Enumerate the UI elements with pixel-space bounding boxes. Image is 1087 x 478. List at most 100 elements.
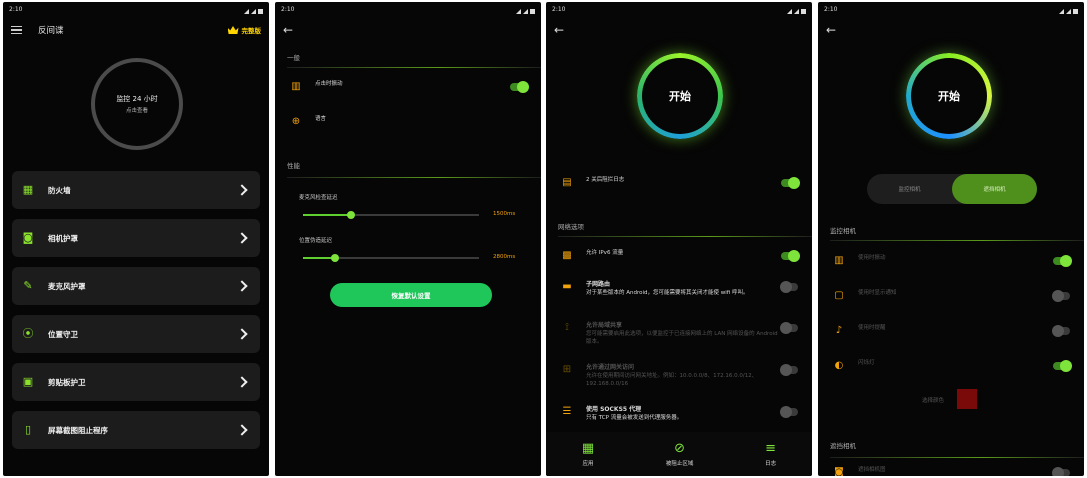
slider-knob[interactable] <box>330 254 339 262</box>
mic-delay-value: 1500ms <box>493 211 516 217</box>
signal-icon <box>251 8 256 14</box>
reset-defaults-button[interactable]: 恢复默认设置 <box>330 283 492 307</box>
lan-toggle[interactable] <box>780 322 798 334</box>
status-bar: 2:10 <box>3 2 269 16</box>
signal-icon <box>794 8 799 14</box>
start-button[interactable]: 开始 <box>906 53 992 139</box>
vibrate-row[interactable]: ▥ 使用时振动 <box>818 255 1084 267</box>
status-bar: 2:10 <box>275 2 541 16</box>
language-row[interactable]: ⊕ 语言 <box>275 116 541 128</box>
block-toggle[interactable] <box>1052 467 1070 476</box>
premium-button[interactable]: 完整版 <box>227 25 261 35</box>
screen-firewall: 2:10 ← 开始 ▤ 2 关后阻拦日志 网络选项 ▩ 允许 IPv6 流量 ▬… <box>546 2 812 476</box>
tab-block-camera[interactable]: 遮挡相机 <box>952 174 1037 204</box>
monitor-ring-subtitle: 点击查看 <box>125 108 148 114</box>
ipv6-label: 允许 IPv6 流量 <box>586 250 624 256</box>
blocked-log-row[interactable]: ▤ 2 关后阻拦日志 <box>546 177 812 189</box>
flash-toggle[interactable] <box>1053 360 1072 372</box>
location-delay-slider[interactable] <box>303 254 479 262</box>
crown-icon <box>227 26 239 34</box>
card-label: 相机护罩 <box>48 233 78 243</box>
wifi-icon <box>516 8 521 14</box>
notify-toggle[interactable] <box>1052 290 1070 302</box>
lan-row[interactable]: ⟟ 允许局域共享 您可能需要启用此选项，以便监控于已连接网络上的 LAN 网络设备… <box>546 322 812 347</box>
subnet-toggle[interactable] <box>780 281 798 293</box>
section-performance: 性能 <box>287 162 300 170</box>
block-row[interactable]: ◙ 遮挡相机图 <box>818 467 1084 476</box>
back-arrow-icon[interactable]: ← <box>283 23 299 37</box>
monitor-ring[interactable]: 监控 24 小时 点击查看 <box>91 58 183 150</box>
notification-icon: ▢ <box>834 290 844 301</box>
notify-row[interactable]: ▢ 使用时显示通知 <box>818 290 1084 302</box>
vibrate-label: 使用时振动 <box>858 255 886 261</box>
gateway-row[interactable]: ⊞ 允许通过网关访问 允许在使用期间访问网关地址。例如：10.0.0.0/8、17… <box>546 364 812 389</box>
card-clipboard-guard[interactable]: ▣ 剪贴板护卫 <box>12 363 260 401</box>
menu-icon[interactable] <box>11 26 22 34</box>
back-arrow-icon[interactable]: ← <box>826 23 842 37</box>
chevron-right-icon <box>236 280 248 292</box>
tab-monitor-camera[interactable]: 监控相机 <box>867 174 952 204</box>
vibrate-toggle[interactable] <box>1053 255 1072 267</box>
sound-row[interactable]: ♪ 使用时提醒 <box>818 325 1084 337</box>
card-label: 屏幕截图阻止程序 <box>48 425 108 435</box>
start-button[interactable]: 开始 <box>637 53 723 139</box>
lan-title: 允许局域共享 <box>586 322 623 329</box>
antenna-icon: ⟟ <box>565 322 569 333</box>
vibrate-toggle[interactable] <box>510 81 529 93</box>
blocked-log-label: 2 关后阻拦日志 <box>586 177 625 183</box>
ipv6-icon: ▩ <box>562 250 572 261</box>
nav-label: 被阻止区域 <box>665 460 694 467</box>
status-time: 2:10 <box>281 6 295 13</box>
blocked-log-toggle[interactable] <box>781 177 800 189</box>
battery-icon <box>530 8 535 14</box>
app-bar: 反间谍 完整版 <box>3 16 269 44</box>
nav-apps[interactable]: ▦ 应用 <box>582 442 594 467</box>
camera-mode-tabs: 监控相机 遮挡相机 <box>867 174 1037 204</box>
router-icon: ▬ <box>562 281 572 292</box>
card-mic-guard[interactable]: ✎ 麦克风护罩 <box>12 267 260 305</box>
app-title: 反间谍 <box>38 26 64 36</box>
wifi-icon <box>787 8 792 14</box>
signal-icon <box>523 8 528 14</box>
mic-delay-slider[interactable] <box>303 211 479 219</box>
card-label: 防火墙 <box>48 185 71 195</box>
battery-icon <box>258 8 263 14</box>
block-label: 遮挡相机图 <box>858 467 886 473</box>
flash-row[interactable]: ◐ 闪烁灯 <box>818 360 1084 372</box>
section-general: 一般 <box>287 54 300 62</box>
nav-label: 应用 <box>582 460 594 467</box>
chevron-right-icon <box>236 328 248 340</box>
card-camera-guard[interactable]: ◙ 相机护罩 <box>12 219 260 257</box>
color-swatch[interactable] <box>957 389 977 409</box>
ipv6-row[interactable]: ▩ 允许 IPv6 流量 <box>546 250 812 262</box>
nav-blocked[interactable]: ⊘ 被阻止区域 <box>666 442 694 467</box>
vibrate-row[interactable]: ▥ 点击时振动 <box>275 81 541 93</box>
start-label: 开始 <box>938 90 960 103</box>
section-monitor: 监控相机 <box>830 227 856 235</box>
firewall-icon: ▦ <box>22 183 34 196</box>
card-screenshot-blocker[interactable]: ▯ 屏幕截图阻止程序 <box>12 411 260 449</box>
divider <box>830 457 1084 458</box>
sound-toggle[interactable] <box>1052 325 1070 337</box>
subnet-row[interactable]: ▬ 子网路由 对于某些版本的 Android，您可能需要将其关闭才能使 wifi … <box>546 281 812 298</box>
card-location-guard[interactable]: ⦿ 位置守卫 <box>12 315 260 353</box>
sound-label: 使用时提醒 <box>858 325 886 331</box>
block-icon: ⊘ <box>674 440 686 456</box>
nav-logs[interactable]: ≡ 日志 <box>765 442 776 467</box>
vibrate-icon: ▥ <box>834 255 844 266</box>
drop-icon: ◐ <box>834 360 844 371</box>
slider-fill <box>303 214 351 216</box>
section-block: 遮挡相机 <box>830 442 856 450</box>
phone-icon: ▯ <box>24 423 32 436</box>
ipv6-toggle[interactable] <box>781 250 800 262</box>
back-arrow-icon[interactable]: ← <box>554 23 570 37</box>
card-firewall[interactable]: ▦ 防火墙 <box>12 171 260 209</box>
vibrate-icon: ▥ <box>291 81 301 92</box>
socks-toggle[interactable] <box>780 406 798 418</box>
vibrate-label: 点击时振动 <box>315 81 343 87</box>
socks-row[interactable]: ☰ 使用 SOCKS5 代理 只有 TCP 流量会被发送到代理服务器。 <box>546 406 812 423</box>
gateway-toggle[interactable] <box>780 364 798 376</box>
nav-label: 日志 <box>765 460 777 467</box>
slider-knob[interactable] <box>346 211 355 219</box>
slider-fill <box>303 257 335 259</box>
